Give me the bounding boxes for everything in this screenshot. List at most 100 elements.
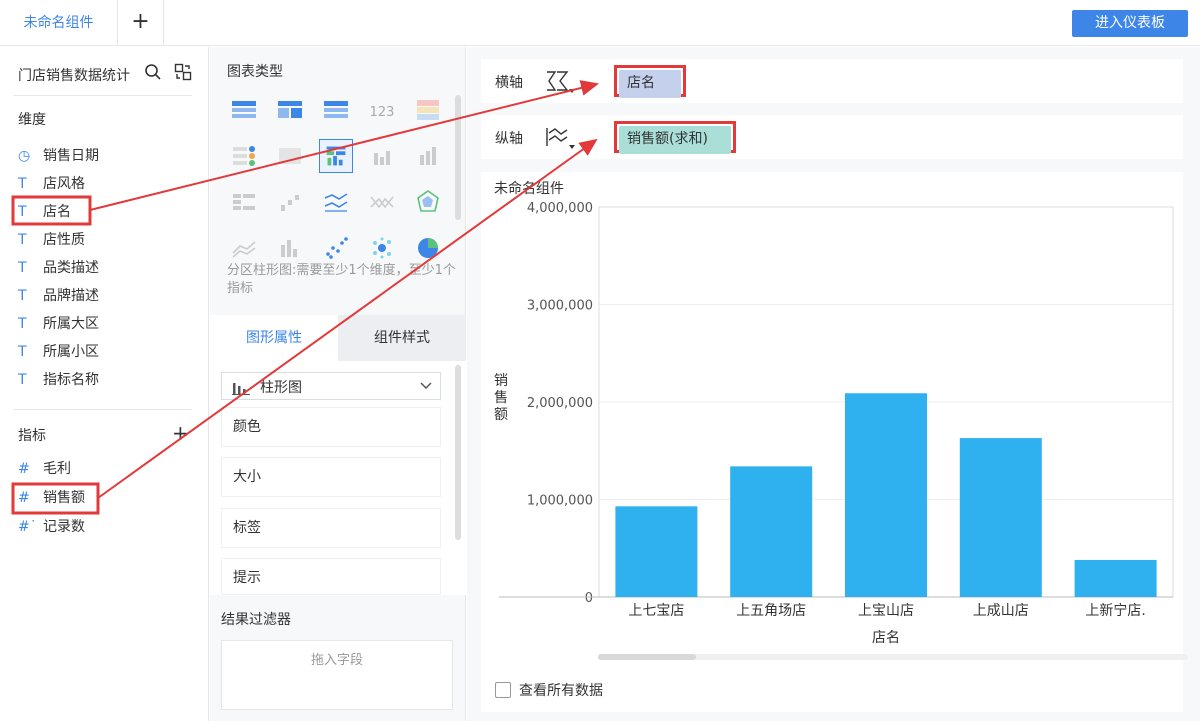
prop-size[interactable]: 大小 xyxy=(221,457,441,497)
widget-title: 未命名组件 xyxy=(494,181,564,197)
pie-chart-icon[interactable] xyxy=(411,231,445,265)
table-chart-icon[interactable] xyxy=(227,93,261,127)
chart-type-select[interactable]: 柱形图 xyxy=(221,372,441,400)
y-axis-title: 销售额 xyxy=(494,373,508,423)
y-axis-field-slot[interactable]: 销售额(求和) xyxy=(614,121,736,154)
dimension-field[interactable]: T 所属大区 xyxy=(18,312,99,336)
tab-component-style[interactable]: 组件样式 xyxy=(338,315,466,361)
area-line-icon[interactable] xyxy=(365,185,399,219)
partition-bar-icon[interactable] xyxy=(319,139,353,173)
bar xyxy=(1074,559,1157,597)
tab-graphic-properties[interactable]: 图形属性 xyxy=(210,315,338,361)
dimension-field[interactable]: T 店风格 xyxy=(18,172,85,196)
dimension-field[interactable]: T 店名 xyxy=(18,200,71,224)
heat-table-icon[interactable] xyxy=(411,93,445,127)
chart-type-hint: 分区柱形图:需要至少1个维度，至少1个指标 xyxy=(227,263,456,296)
dimensions-heading: 维度 xyxy=(18,112,46,128)
line-chart-icon[interactable] xyxy=(319,185,353,219)
x-axis-field-pill[interactable]: 店名 xyxy=(619,70,681,98)
y-axis-type-icon[interactable] xyxy=(545,125,575,149)
dimension-field[interactable]: T 指标名称 xyxy=(18,368,99,392)
prop-color[interactable]: 颜色 xyxy=(221,407,441,447)
dimension-field[interactable]: T 品类描述 xyxy=(18,256,99,280)
bubble-chart-icon[interactable] xyxy=(365,231,399,265)
rank-chart-icon[interactable] xyxy=(227,139,261,173)
y-tick-label: 4,000,000 xyxy=(527,201,593,216)
chart-type-scrollbar[interactable] xyxy=(455,95,461,220)
dimension-field-label: 品牌描述 xyxy=(43,288,99,304)
image-chart-icon[interactable] xyxy=(273,139,307,173)
x-tick-label: 上宝山店 xyxy=(858,603,914,619)
add-tab-button[interactable]: + xyxy=(118,0,164,46)
chart-editor: 横轴 店名 纵轴 销售额(求和) 未命名组件 4,000,000 3,000,00… xyxy=(467,47,1200,721)
stacked-bar-icon[interactable] xyxy=(411,139,445,173)
show-all-data-checkbox[interactable] xyxy=(495,682,511,698)
y-tick-label: 1,000,000 xyxy=(527,494,593,509)
property-panel: 柱形图 颜色 大小 标签 提示 xyxy=(210,361,466,595)
chart-type-panel: 图表类型 123 分区柱形图:需要至少1个维度，至少1个指标 图形属性 组件样式 xyxy=(210,47,466,721)
bar-chart-icon xyxy=(232,383,250,395)
record-count-icon: #˙ xyxy=(18,519,37,535)
group-table-icon[interactable] xyxy=(273,93,307,127)
dimension-field-label: 所属小区 xyxy=(43,344,99,360)
dimension-field[interactable]: T 品牌描述 xyxy=(18,284,99,308)
metric-field[interactable]: #˙ 记录数 xyxy=(18,515,85,539)
text-type-icon: T xyxy=(18,260,27,276)
metric-field[interactable]: # 销售额 xyxy=(18,486,85,510)
dimension-field-label: 指标名称 xyxy=(43,372,99,388)
x-tick-label: 上五角场店 xyxy=(736,603,806,619)
metric-field[interactable]: # 毛利 xyxy=(18,457,71,481)
text-type-icon: T xyxy=(18,316,27,332)
bar xyxy=(845,393,927,597)
scrollbar-thumb[interactable] xyxy=(598,654,696,660)
x-axis-row: 横轴 店名 xyxy=(481,59,1183,103)
data-panel: 门店销售数据统计 维度 ◷ 销售日期 T 店风格 T 店名 T 店性质 T 品类描述 T 品牌描述 T 所… xyxy=(0,47,209,721)
chart-horizontal-scrollbar[interactable] xyxy=(598,654,1188,660)
dimension-field-label: 店性质 xyxy=(43,232,85,248)
search-icon[interactable] xyxy=(144,63,162,81)
scatter-chart-icon[interactable] xyxy=(319,231,353,265)
x-axis-label: 横轴 xyxy=(495,75,523,91)
divider xyxy=(14,95,192,96)
top-bar: 未命名组件 + 进入仪表板 xyxy=(0,0,1200,46)
prop-tooltip[interactable]: 提示 xyxy=(221,558,441,595)
y-axis-label: 纵轴 xyxy=(495,131,523,147)
dimension-field-label: 店名 xyxy=(43,204,71,220)
chart-type-heading: 图表类型 xyxy=(227,64,283,80)
range-table-icon[interactable] xyxy=(227,185,261,219)
enter-dashboard-button[interactable]: 进入仪表板 xyxy=(1072,10,1188,37)
tab-widget[interactable]: 未命名组件 xyxy=(0,0,118,46)
waterfall-icon[interactable] xyxy=(273,185,307,219)
number-kpi-icon[interactable]: 123 xyxy=(365,93,399,127)
bar xyxy=(730,466,813,597)
add-metric-button[interactable]: + xyxy=(172,421,189,445)
y-axis-field-pill[interactable]: 销售额(求和) xyxy=(619,126,731,154)
metric-field-label: 毛利 xyxy=(43,461,71,477)
y-tick-label: 2,000,000 xyxy=(527,396,593,411)
dimension-field-label: 所属大区 xyxy=(43,316,99,332)
dimension-field[interactable]: ◷ 销售日期 xyxy=(18,144,99,168)
metrics-heading: 指标 xyxy=(18,428,46,444)
bar-chart: 4,000,000 3,000,000 2,000,000 1,000,000 0 上七宝… xyxy=(494,201,1174,646)
prop-label[interactable]: 标签 xyxy=(221,508,441,548)
number-type-icon: # xyxy=(18,461,30,477)
radar-chart-icon[interactable] xyxy=(411,185,445,219)
x-axis-type-icon[interactable] xyxy=(545,69,575,93)
dataset-title: 门店销售数据统计 xyxy=(18,68,130,84)
range-area-icon[interactable] xyxy=(273,231,307,265)
bar xyxy=(615,506,698,597)
x-tick-label: 上成山店 xyxy=(973,603,1029,619)
x-axis-field-slot[interactable]: 店名 xyxy=(614,65,686,98)
area-chart-icon[interactable] xyxy=(227,231,261,265)
text-type-icon: T xyxy=(18,232,27,248)
property-tabs: 图形属性 组件样式 xyxy=(210,315,466,361)
property-scrollbar[interactable] xyxy=(455,365,461,540)
switch-dataset-icon[interactable] xyxy=(174,63,192,81)
dimension-field[interactable]: T 所属小区 xyxy=(18,340,99,364)
cross-table-icon[interactable] xyxy=(319,93,353,127)
chart-widget: 未命名组件 4,000,000 3,000,000 2,000,000 1,000,0… xyxy=(481,172,1188,712)
dimension-field[interactable]: T 店性质 xyxy=(18,228,85,252)
chart-type-select-label: 柱形图 xyxy=(260,380,302,396)
bar-chart-icon[interactable] xyxy=(365,139,399,173)
result-filter-dropzone[interactable]: 拖入字段 xyxy=(221,640,453,710)
